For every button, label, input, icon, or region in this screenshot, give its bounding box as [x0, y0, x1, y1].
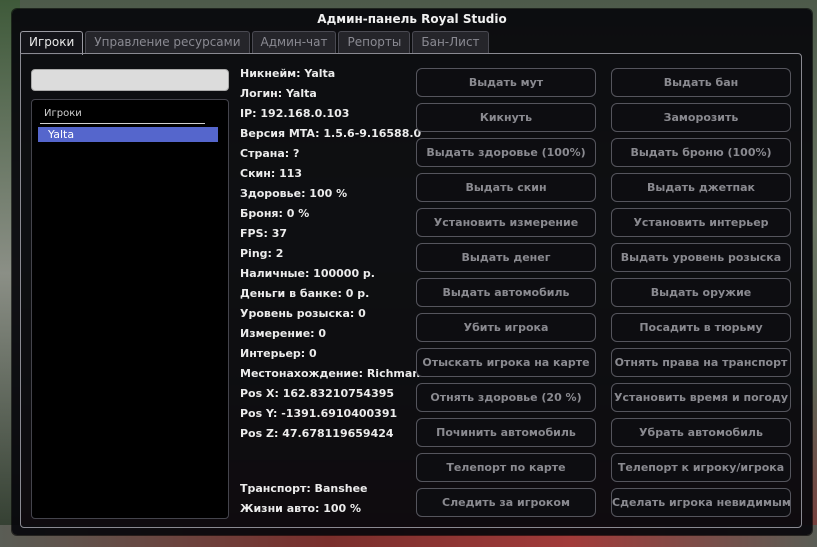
info-fps: FPS: 37 [240, 227, 288, 240]
give-skin-button[interactable]: Выдать скин [416, 173, 596, 202]
set-interior-button[interactable]: Установить интерьер [611, 208, 791, 237]
give-mute-button[interactable]: Выдать мут [416, 68, 596, 97]
info-cash: Наличные: 100000 р. [240, 267, 375, 280]
give-vehicle-button[interactable]: Выдать автомобиль [416, 278, 596, 307]
admin-panel-window: Админ-панель Royal Studio Игроки Управле… [12, 9, 812, 535]
tab-bar: Игроки Управление ресурсами Админ-чат Ре… [20, 31, 491, 55]
tab-resources[interactable]: Управление ресурсами [85, 31, 250, 53]
freeze-button[interactable]: Заморозить [611, 103, 791, 132]
info-nickname: Никнейм: Yalta [240, 67, 336, 80]
take-health-button[interactable]: Отнять здоровье (20 %) [416, 383, 596, 412]
info-dimension: Измерение: 0 [240, 327, 327, 340]
jail-button[interactable]: Посадить в тюрьму [611, 313, 791, 342]
tab-reports[interactable]: Репорты [338, 31, 411, 53]
player-list-item-selected[interactable]: Yalta [38, 127, 218, 142]
player-list-header: Игроки [40, 108, 205, 124]
teleport-to-player-button[interactable]: Телепорт к игроку/игрока [611, 453, 791, 482]
info-pos-y: Pos Y: -1391.6910400391 [240, 407, 398, 420]
tab-ban-list[interactable]: Бан-Лист [412, 31, 489, 53]
info-interior: Интерьер: 0 [240, 347, 317, 360]
spectate-player-button[interactable]: Следить за игроком [416, 488, 596, 517]
give-health-button[interactable]: Выдать здоровье (100%) [416, 138, 596, 167]
tab-admin-chat[interactable]: Админ-чат [251, 31, 337, 53]
make-invisible-button[interactable]: Сделать игрока невидимым [611, 488, 791, 517]
player-search-input[interactable] [31, 69, 229, 91]
give-money-button[interactable]: Выдать денег [416, 243, 596, 272]
info-vehicle: Транспорт: Banshee [240, 482, 368, 495]
repair-vehicle-button[interactable]: Починить автомобиль [416, 418, 596, 447]
info-vehicle-health: Жизни авто: 100 % [240, 502, 362, 515]
info-pos-z: Pos Z: 47.678119659424 [240, 427, 394, 440]
info-pos-x: Pos X: 162.83210754395 [240, 387, 395, 400]
info-wanted-level: Уровень розыска: 0 [240, 307, 366, 320]
info-login: Логин: Yalta [240, 87, 317, 100]
info-ip: IP: 192.168.0.103 [240, 107, 350, 120]
info-location: Местонахождение: Richman [240, 367, 421, 380]
player-info-panel: Никнейм: Yalta Логин: Yalta IP: 192.168.… [240, 64, 422, 444]
give-jetpack-button[interactable]: Выдать джетпак [611, 173, 791, 202]
teleport-map-button[interactable]: Телепорт по карте [416, 453, 596, 482]
info-mta-version: Версия MTA: 1.5.6-9.16588.0 [240, 127, 422, 140]
info-bank: Деньги в банке: 0 р. [240, 287, 370, 300]
info-country: Страна: ? [240, 147, 300, 160]
info-ping: Ping: 2 [240, 247, 284, 260]
players-tab-content: Игроки Yalta Никнейм: Yalta Логин: Yalta… [20, 53, 802, 528]
kick-button[interactable]: Кикнуть [416, 103, 596, 132]
find-on-map-button[interactable]: Отыскать игрока на карте [416, 348, 596, 377]
remove-vehicle-button[interactable]: Убрать автомобиль [611, 418, 791, 447]
set-time-weather-button[interactable]: Установить время и погоду [611, 383, 791, 412]
set-dimension-button[interactable]: Установить измерение [416, 208, 596, 237]
kill-player-button[interactable]: Убить игрока [416, 313, 596, 342]
give-ban-button[interactable]: Выдать бан [611, 68, 791, 97]
vehicle-info-panel: Транспорт: Banshee Жизни авто: 100 % [240, 479, 368, 519]
give-armor-button[interactable]: Выдать броню (100%) [611, 138, 791, 167]
info-skin: Скин: 113 [240, 167, 303, 180]
give-wanted-level-button[interactable]: Выдать уровень розыска [611, 243, 791, 272]
info-armor: Броня: 0 % [240, 207, 310, 220]
give-weapon-button[interactable]: Выдать оружие [611, 278, 791, 307]
window-title: Админ-панель Royal Studio [317, 12, 507, 26]
info-health: Здоровье: 100 % [240, 187, 348, 200]
player-list[interactable]: Игроки Yalta [31, 99, 229, 519]
revoke-license-button[interactable]: Отнять права на транспорт [611, 348, 791, 377]
tab-players[interactable]: Игроки [20, 31, 84, 55]
